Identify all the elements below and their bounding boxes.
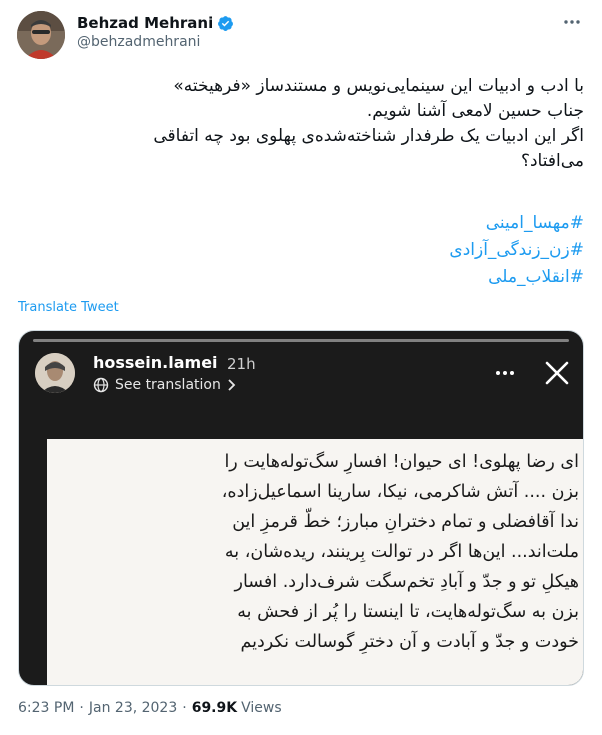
- separator-dot: ·: [182, 700, 187, 716]
- hashtag-link[interactable]: #انقلاب_ملی: [449, 264, 584, 291]
- see-translation-button[interactable]: See translation: [93, 377, 237, 393]
- story-text-line: هیکلِ تو و جدّ و آبادِ تخم‌سگت شرف‌دارد.…: [234, 572, 579, 592]
- author-name[interactable]: Behzad Mehrani: [77, 14, 213, 32]
- tweet-text-line: جناب حسین لامعی آشنا شویم.: [366, 101, 584, 121]
- author-handle[interactable]: @behzadmehrani: [77, 34, 200, 50]
- hashtag-link[interactable]: #مهسا_امینی: [449, 210, 584, 237]
- tweet-time[interactable]: 6:23 PM: [18, 700, 74, 716]
- tweet-text-line: اگر این ادبیات یک طرفدار شناخته‌شده‌ی په…: [153, 126, 584, 146]
- hashtag-link[interactable]: #زن_زندگی_آزادی: [449, 237, 584, 264]
- story-text-line: بزن .... آتش شاکرمی، نیکا، سارینا اسماعی…: [221, 482, 579, 502]
- views-count[interactable]: 69.9K: [192, 700, 237, 716]
- story-text: ای رضا پهلوی! ای حیوان! افسارِ سگ‌توله‌ه…: [57, 447, 579, 657]
- story-text-line: بزن به سگ‌توله‌هایت، تا اینستا را پُر از…: [237, 602, 579, 622]
- story-avatar: [35, 353, 75, 393]
- hashtag-list: #مهسا_امینی #زن_زندگی_آزادی #انقلاب_ملی: [449, 210, 584, 291]
- story-text-card: ای رضا پهلوی! ای حیوان! افسارِ سگ‌توله‌ه…: [47, 439, 583, 685]
- story-text-line: خودت و جدّ و آبادت و آن دخترِ گوسالت نکر…: [240, 632, 579, 652]
- more-dots-icon[interactable]: [560, 10, 584, 34]
- story-time: 21h: [227, 355, 256, 373]
- close-icon[interactable]: [543, 359, 571, 387]
- story-text-line: ملت‌اند... این‌ها اگر در توالت بِرینند، …: [224, 542, 579, 562]
- views-label: Views: [241, 700, 282, 716]
- translate-tweet-link[interactable]: Translate Tweet: [18, 300, 119, 315]
- author-avatar[interactable]: [17, 11, 65, 59]
- story-text-line: ای رضا پهلوی! ای حیوان! افسارِ سگ‌توله‌ه…: [224, 452, 579, 472]
- tweet-date[interactable]: Jan 23, 2023: [89, 700, 177, 716]
- more-dots-icon[interactable]: [493, 361, 517, 385]
- story-username: hossein.lamei: [93, 353, 218, 372]
- story-text-line: ندا آقافضلی و تمام دخترانِ مبارز؛ خطّ قر…: [232, 512, 579, 532]
- story-screenshot[interactable]: hossein.lamei 21h See translation ای رضا…: [18, 330, 584, 686]
- verified-badge-icon: [218, 15, 234, 31]
- see-translation-label: See translation: [115, 377, 221, 393]
- tweet-text-line: می‌افتاد؟: [520, 151, 584, 171]
- tweet-text-line: با ادب و ادبیات این سینمایی‌نویس و مستند…: [173, 76, 584, 96]
- tweet-header: Behzad Mehrani @behzadmehrani: [0, 0, 602, 70]
- globe-icon: [93, 377, 109, 393]
- chevron-right-icon: [228, 379, 236, 391]
- separator-dot: ·: [79, 700, 84, 716]
- tweet-body: با ادب و ادبیات این سینمایی‌نویس و مستند…: [16, 74, 584, 174]
- tweet-metadata: 6:23 PM · Jan 23, 2023 · 69.9K Views: [18, 700, 282, 716]
- story-progress-bar: [33, 339, 569, 342]
